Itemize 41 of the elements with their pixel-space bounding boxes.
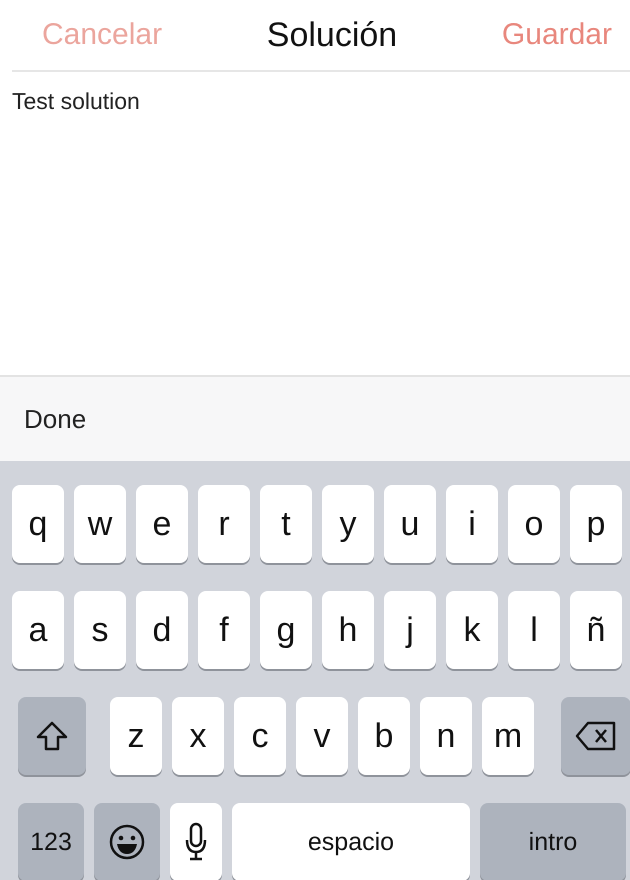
letter-key[interactable]: g <box>260 591 312 669</box>
letter-key[interactable]: v <box>296 697 348 775</box>
letter-key[interactable]: z <box>110 697 162 775</box>
letter-key[interactable]: r <box>198 485 250 563</box>
backspace-icon <box>574 720 618 752</box>
letter-key[interactable]: j <box>384 591 436 669</box>
letter-key[interactable]: y <box>322 485 374 563</box>
letter-key[interactable]: w <box>74 485 126 563</box>
dictation-key[interactable] <box>170 803 222 880</box>
letter-key[interactable]: p <box>570 485 622 563</box>
emoji-icon <box>108 823 146 861</box>
letter-key[interactable]: i <box>446 485 498 563</box>
letter-key[interactable]: q <box>12 485 64 563</box>
letter-key[interactable]: l <box>508 591 560 669</box>
space-key[interactable]: espacio <box>232 803 470 880</box>
letter-key[interactable]: b <box>358 697 410 775</box>
letter-key[interactable]: c <box>234 697 286 775</box>
numbers-key[interactable]: 123 <box>18 803 84 880</box>
return-key[interactable]: intro <box>480 803 626 880</box>
letter-key[interactable]: x <box>172 697 224 775</box>
screen-title: Solución <box>266 16 398 54</box>
letter-key[interactable]: k <box>446 591 498 669</box>
letter-key[interactable]: n <box>420 697 472 775</box>
emoji-key[interactable] <box>94 803 160 880</box>
delete-key[interactable] <box>561 697 630 775</box>
letter-key[interactable]: h <box>322 591 374 669</box>
letter-key[interactable]: s <box>74 591 126 669</box>
letter-key[interactable]: ñ <box>570 591 622 669</box>
letter-key[interactable]: u <box>384 485 436 563</box>
letter-key[interactable]: t <box>260 485 312 563</box>
letter-key[interactable]: o <box>508 485 560 563</box>
letter-key[interactable]: f <box>198 591 250 669</box>
done-button[interactable]: Done <box>24 404 86 434</box>
shift-icon <box>35 720 69 752</box>
letter-key[interactable]: e <box>136 485 188 563</box>
text-field[interactable]: Test solution <box>12 88 312 115</box>
letter-key[interactable]: d <box>136 591 188 669</box>
letter-key[interactable]: a <box>12 591 64 669</box>
shift-key[interactable] <box>18 697 86 775</box>
microphone-icon <box>184 822 208 862</box>
letter-key[interactable]: m <box>482 697 534 775</box>
